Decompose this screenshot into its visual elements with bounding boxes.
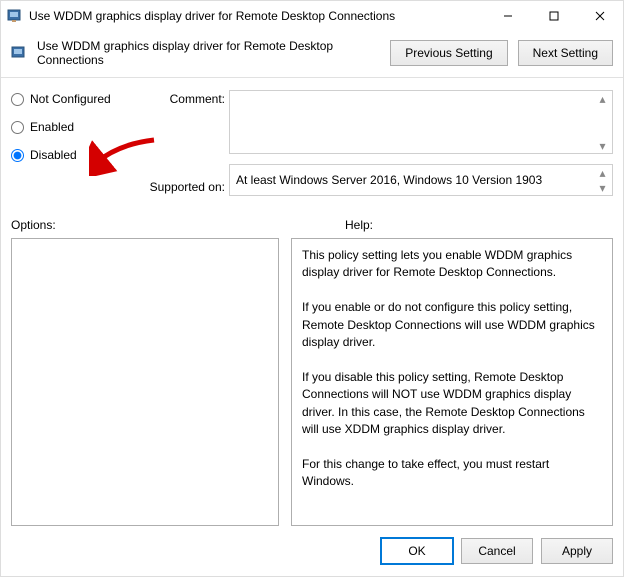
options-panel bbox=[11, 238, 279, 526]
policy-title: Use WDDM graphics display driver for Rem… bbox=[37, 39, 380, 67]
radio-not-configured-label: Not Configured bbox=[30, 92, 111, 106]
scroll-up-icon[interactable]: ▴ bbox=[595, 165, 610, 180]
help-label: Help: bbox=[289, 218, 373, 232]
cancel-button[interactable]: Cancel bbox=[461, 538, 533, 564]
body-section: This policy setting lets you enable WDDM… bbox=[1, 238, 623, 526]
apply-button[interactable]: Apply bbox=[541, 538, 613, 564]
previous-setting-button[interactable]: Previous Setting bbox=[390, 40, 507, 66]
radio-enabled-label: Enabled bbox=[30, 120, 74, 134]
dialog-buttons: OK Cancel Apply bbox=[1, 526, 623, 576]
field-values: ▴ ▾ At least Windows Server 2016, Window… bbox=[229, 90, 613, 196]
header-row: Use WDDM graphics display driver for Rem… bbox=[1, 31, 623, 78]
radio-enabled-input[interactable] bbox=[11, 121, 24, 134]
supported-on-field: At least Windows Server 2016, Windows 10… bbox=[229, 164, 613, 196]
ok-button[interactable]: OK bbox=[381, 538, 453, 564]
app-icon bbox=[7, 8, 23, 24]
radio-enabled[interactable]: Enabled bbox=[11, 120, 141, 134]
radio-not-configured-input[interactable] bbox=[11, 93, 24, 106]
window-controls bbox=[485, 1, 623, 31]
section-headers: Options: Help: bbox=[1, 202, 623, 238]
scroll-down-icon[interactable]: ▾ bbox=[595, 138, 610, 153]
supported-on-label: Supported on: bbox=[141, 180, 225, 194]
state-radio-group: Not Configured Enabled Disabled bbox=[11, 90, 141, 196]
window-title: Use WDDM graphics display driver for Rem… bbox=[29, 9, 485, 23]
scroll-up-icon[interactable]: ▴ bbox=[595, 91, 610, 106]
close-button[interactable] bbox=[577, 1, 623, 31]
field-labels: Comment: Supported on: bbox=[141, 90, 229, 196]
radio-disabled-label: Disabled bbox=[30, 148, 77, 162]
config-section: Not Configured Enabled Disabled Comment:… bbox=[1, 78, 623, 202]
maximize-button[interactable] bbox=[531, 1, 577, 31]
help-panel: This policy setting lets you enable WDDM… bbox=[291, 238, 613, 526]
supported-on-value: At least Windows Server 2016, Windows 10… bbox=[236, 173, 542, 187]
options-label: Options: bbox=[11, 218, 289, 232]
comment-label: Comment: bbox=[141, 92, 225, 106]
radio-disabled[interactable]: Disabled bbox=[11, 148, 141, 162]
policy-editor-window: Use WDDM graphics display driver for Rem… bbox=[0, 0, 624, 577]
minimize-button[interactable] bbox=[485, 1, 531, 31]
policy-icon bbox=[11, 45, 27, 61]
next-setting-button[interactable]: Next Setting bbox=[518, 40, 613, 66]
radio-disabled-input[interactable] bbox=[11, 149, 24, 162]
titlebar: Use WDDM graphics display driver for Rem… bbox=[1, 1, 623, 31]
radio-not-configured[interactable]: Not Configured bbox=[11, 92, 141, 106]
comment-textarea[interactable]: ▴ ▾ bbox=[229, 90, 613, 154]
scroll-down-icon[interactable]: ▾ bbox=[595, 180, 610, 195]
